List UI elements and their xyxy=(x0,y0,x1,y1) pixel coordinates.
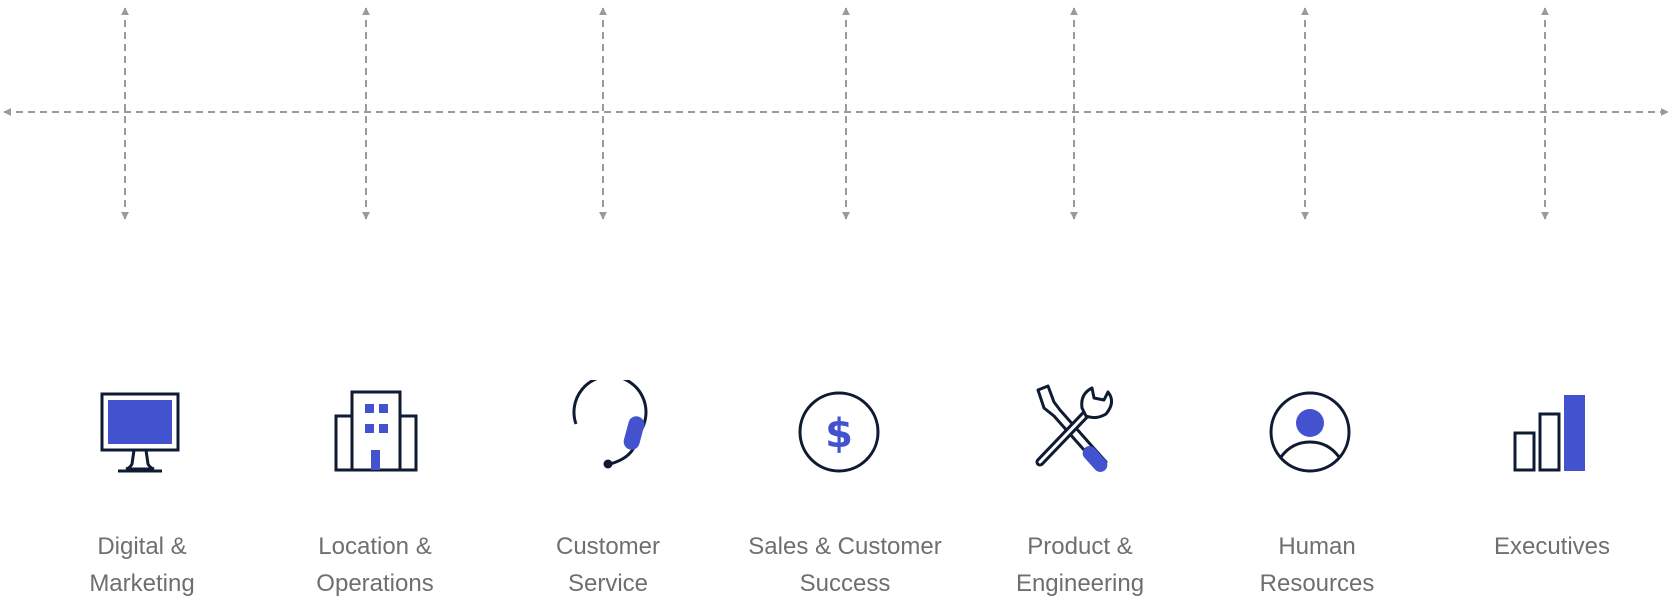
label-line: Customer xyxy=(555,533,661,560)
label-line: Location & xyxy=(318,533,432,560)
department-customer-service: Customer Service xyxy=(498,380,718,602)
user-icon xyxy=(1269,391,1351,473)
label-line: Operations xyxy=(316,570,434,597)
department-label: Location & Operations xyxy=(265,528,485,602)
label-line: Resources xyxy=(1259,570,1375,597)
tools-icon xyxy=(1035,384,1113,472)
bar-chart-icon xyxy=(1513,395,1585,472)
building-icon xyxy=(334,390,418,472)
department-sales-customer-success: $ Sales & Customer Success xyxy=(735,380,955,602)
department-location-operations: Location & Operations xyxy=(265,380,485,602)
dollar-coin-icon: $ xyxy=(798,391,880,473)
label-line: Service xyxy=(567,570,649,597)
department-label: Executives xyxy=(1442,528,1662,565)
department-human-resources: Human Resources xyxy=(1207,380,1427,602)
svg-text:$: $ xyxy=(825,411,853,457)
label-line: Sales & Customer xyxy=(748,533,942,560)
label-line: Human xyxy=(1278,533,1356,560)
department-label: Customer Service xyxy=(498,528,718,602)
department-product-engineering: Product & Engineering xyxy=(970,380,1190,602)
monitor-icon xyxy=(100,392,180,473)
department-label: Digital & Marketing xyxy=(32,528,252,602)
label-line: Executives xyxy=(1493,533,1611,560)
department-digital-marketing: Digital & Marketing xyxy=(32,380,252,602)
label-line: Digital & xyxy=(97,533,187,560)
department-executives: Executives xyxy=(1442,380,1662,565)
label-line: Engineering xyxy=(1015,570,1145,597)
department-label: Human Resources xyxy=(1207,528,1427,602)
department-label: Sales & Customer Success xyxy=(735,528,955,602)
label-line: Success xyxy=(799,570,891,597)
label-line: Marketing xyxy=(89,570,195,597)
label-line: Product & xyxy=(1027,533,1133,560)
headset-icon xyxy=(572,380,648,469)
arrow-diagram xyxy=(3,7,1669,220)
department-label: Product & Engineering xyxy=(970,528,1190,602)
